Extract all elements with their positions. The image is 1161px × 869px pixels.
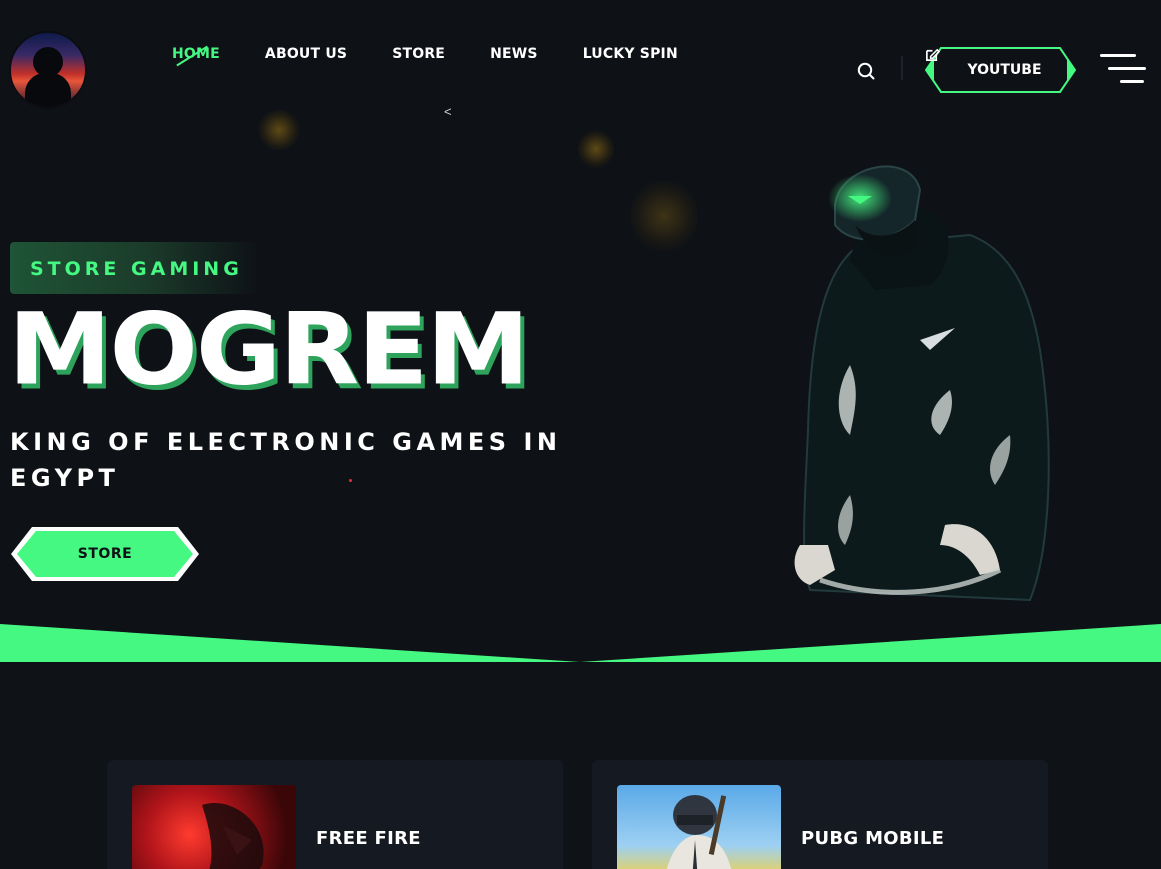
ambient-glow — [578, 130, 614, 168]
search-icon[interactable] — [856, 61, 876, 81]
nav-item-store[interactable]: STORE — [392, 46, 445, 62]
hero-headline: MOGREM — [8, 291, 530, 408]
ambient-glow — [258, 110, 300, 150]
nav-item-lucky-spin[interactable]: LUCKY SPIN — [583, 46, 678, 62]
game-card-pubg-mobile[interactable]: PUBG MOBILE — [592, 760, 1048, 869]
hero-subtitle: KING OF ELECTRONIC GAMES IN EGYPT — [10, 428, 562, 492]
nav-item-about-us[interactable]: ABOUT US — [265, 46, 347, 62]
nav-item-home[interactable]: HOME — [172, 46, 220, 62]
nav-item-news[interactable]: NEWS — [490, 46, 538, 62]
free-fire-thumbnail — [132, 785, 296, 869]
site-logo[interactable] — [9, 31, 87, 109]
store-cta-button[interactable]: STORE — [10, 526, 200, 582]
nav-chevron[interactable]: < — [444, 104, 452, 119]
hamburger-menu-icon[interactable] — [1100, 54, 1146, 86]
youtube-button[interactable]: YOUTUBE — [925, 47, 1076, 93]
game-card-title: FREE FIRE — [316, 828, 421, 849]
ambient-glow — [630, 180, 698, 252]
pubg-mobile-thumbnail — [617, 785, 781, 869]
hero-tagline: STORE GAMING — [30, 258, 243, 280]
game-card-free-fire[interactable]: FREE FIRE — [107, 760, 563, 869]
header-divider — [901, 56, 903, 80]
decorative-dot — [349, 479, 352, 482]
main-nav: HOME ABOUT US STORE NEWS LUCKY SPIN — [172, 46, 723, 62]
logo-silhouette-body — [25, 73, 71, 107]
youtube-button-label: YOUTUBE — [967, 62, 1042, 78]
game-card-title: PUBG MOBILE — [801, 828, 945, 849]
hero-character-illustration — [780, 150, 1080, 620]
section-divider — [0, 624, 1161, 662]
hero-section: HOME ABOUT US STORE NEWS LUCKY SPIN < YO… — [0, 0, 1161, 664]
store-cta-label: STORE — [77, 546, 133, 562]
